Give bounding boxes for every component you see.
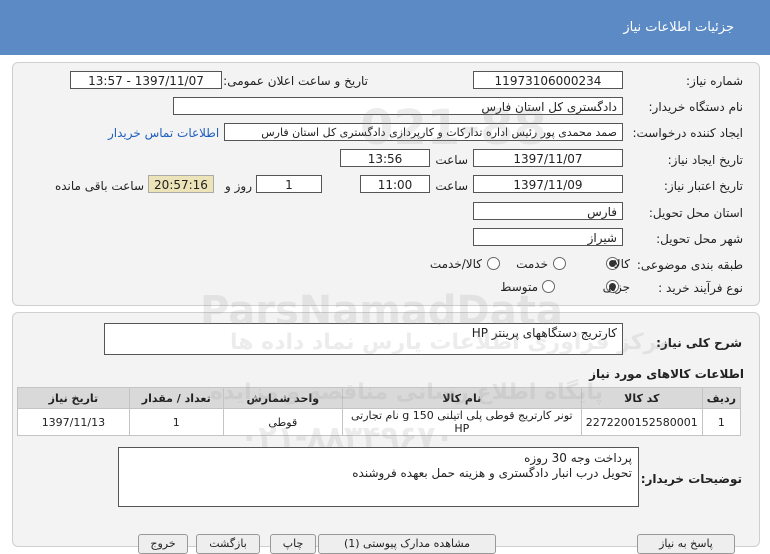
table-row: 1 2272200152580001 تونر کارتریج قوطی پلی… [17,408,742,436]
province-field: فارس [473,202,623,220]
buyer-notes-line-1: پرداخت وجه 30 روزه [524,451,632,465]
city-field: شیراز [473,228,623,246]
summary-label: شرح کلی نیاز: [656,336,742,350]
category-service-label: خدمت [516,257,548,271]
process-medium-radio[interactable] [542,280,555,293]
quantity-cell: 1 [128,408,224,436]
category-label: طبقه بندی موضوعی: [636,258,743,272]
category-goods-label: کالا [613,257,630,271]
validity-date-label: تاریخ اعتبار نیاز: [663,179,743,193]
requester-label: ایجاد کننده درخواست: [632,126,743,140]
reply-button[interactable]: پاسخ به نیاز [637,534,735,554]
category-service-radio[interactable] [553,257,566,270]
items-table: ردیف کد کالا نام کالا واحد شمارش تعداد /… [17,387,742,436]
province-label: استان محل تحویل: [648,206,743,220]
col-quantity: تعداد / مقدار [128,387,224,409]
item-name-cell: تونر کارتریج قوطی پلی اتیلنی 150 g نام ت… [341,408,582,436]
buyer-contact-link[interactable]: اطلاعات تماس خریدار [108,126,219,140]
item-code-cell: 2272200152580001 [580,408,703,436]
back-button[interactable]: بازگشت [196,534,260,554]
days-label: روز و [225,179,252,193]
validity-date-field: 1397/11/09 [473,175,623,193]
col-unit: واحد شمارش [222,387,343,409]
created-time-field: 13:56 [340,149,430,167]
validity-time-label: ساعت [435,179,468,193]
need-date-cell: 1397/11/13 [17,408,130,436]
validity-time-field: 11:00 [360,175,430,193]
col-row-number: ردیف [701,387,742,409]
city-label: شهر محل تحویل: [656,232,743,246]
category-goods-service-label: کالا/خدمت [429,257,482,271]
process-partial-label: جزیی [602,280,630,294]
page-title: جزئیات اطلاعات نیاز [623,20,734,35]
unit-cell: قوطی [222,408,343,436]
created-time-label: ساعت [435,153,468,167]
buyer-notes-line-2: تحویل درب انبار دادگستری و هزینه حمل بعه… [352,466,632,480]
print-button[interactable]: چاپ [270,534,316,554]
page-header: جزئیات اطلاعات نیاز [0,0,770,55]
created-date-field: 1397/11/07 [473,149,623,167]
requester-field: صمد محمدی پور رئیس اداره تدارکات و کارپر… [224,123,623,141]
col-item-code: کد کالا [580,387,703,409]
remaining-time-label: ساعت باقی مانده [54,179,144,193]
buyer-org-field: دادگستری کل استان فارس [173,97,623,115]
need-number-field: 11973106000234 [473,71,623,89]
remaining-days-field: 1 [256,175,322,193]
exit-button[interactable]: خروج [138,534,188,554]
category-goods-service-radio[interactable] [487,257,500,270]
remaining-time-field: 20:57:16 [148,175,214,193]
summary-field: کارتریج دستگاههای پرینتر HP [104,323,623,355]
items-table-header: ردیف کد کالا نام کالا واحد شمارش تعداد /… [17,387,742,409]
items-section-title: اطلاعات کالاهای مورد نیاز [589,367,744,381]
buyer-notes-label: توضیحات خریدار: [640,472,742,486]
announce-label: تاریخ و ساعت اعلان عمومی: [223,74,368,88]
view-attachments-button[interactable]: مشاهده مدارک پیوستی (1) [318,534,496,554]
buyer-notes-box: پرداخت وجه 30 روزه تحویل درب انبار دادگس… [118,447,639,507]
process-medium-label: متوسط [500,280,538,294]
announce-datetime-field: 1397/11/07 - 13:57 [70,71,222,89]
col-item-name: نام کالا [341,387,582,409]
created-date-label: تاریخ ایجاد نیاز: [667,153,743,167]
buyer-org-label: نام دستگاه خریدار: [648,100,744,114]
col-need-date: تاریخ نیاز [17,387,130,409]
need-number-label: شماره نیاز: [686,74,743,88]
process-label: نوع فرآیند خرید : [658,281,743,295]
row-number-cell: 1 [701,408,742,436]
